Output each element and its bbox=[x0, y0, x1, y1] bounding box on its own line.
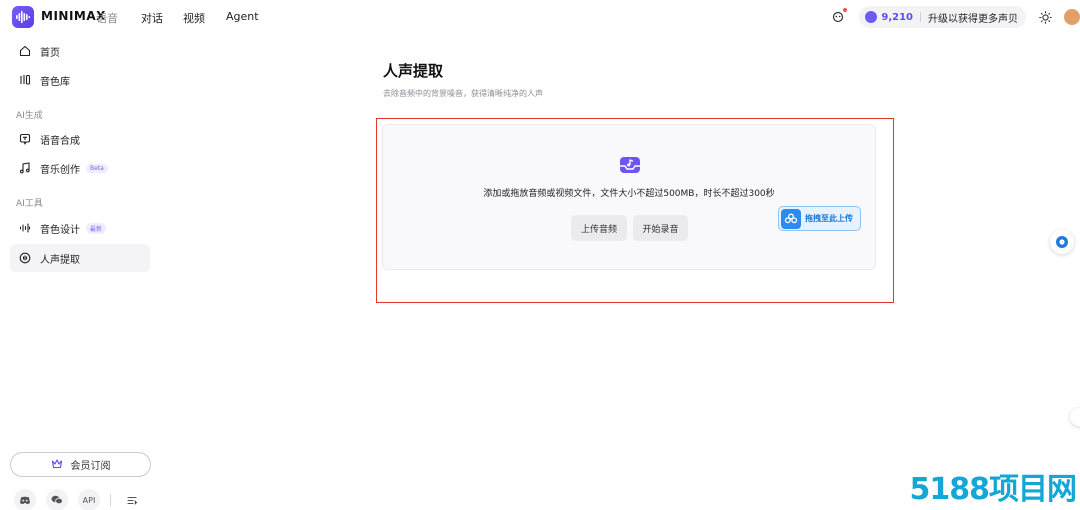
notification-icon[interactable] bbox=[829, 8, 848, 26]
avatar[interactable] bbox=[1064, 9, 1080, 25]
upload-music-icon bbox=[619, 154, 641, 176]
nav-video[interactable]: 视频 bbox=[183, 10, 205, 26]
home-icon bbox=[18, 44, 32, 58]
theme-toggle-icon[interactable] bbox=[1036, 8, 1054, 26]
sidebar-footer: API bbox=[14, 489, 153, 510]
crown-icon bbox=[51, 458, 63, 472]
discord-icon[interactable] bbox=[14, 489, 36, 510]
top-bar: MINIMAX 语音 对话 视频 Agent 9,210 升级以获得更多声贝 bbox=[0, 0, 1080, 34]
upload-audio-button[interactable]: 上传音频 bbox=[571, 215, 627, 241]
unread-dot bbox=[843, 8, 848, 12]
drag-upload-badge[interactable]: 拖拽至此上传 bbox=[778, 206, 861, 231]
upgrade-link[interactable]: 升级以获得更多声贝 bbox=[928, 10, 1018, 25]
nav-agent[interactable]: Agent bbox=[226, 10, 259, 23]
sidebar-item-music-creation[interactable]: 音乐创作 Beta bbox=[10, 154, 150, 182]
watermark-text: 5188项目网 bbox=[909, 472, 1077, 507]
membership-label: 会员订阅 bbox=[70, 461, 111, 472]
floating-side-tab[interactable] bbox=[1070, 408, 1080, 426]
cloud-icon bbox=[781, 208, 801, 229]
sidebar-item-home[interactable]: 首页 bbox=[10, 37, 150, 65]
credit-coin-icon bbox=[865, 11, 878, 23]
page-title: 人声提取 bbox=[383, 62, 444, 80]
drag-upload-label: 拖拽至此上传 bbox=[805, 214, 853, 223]
sidebar-item-vocal-extract[interactable]: 人声提取 bbox=[10, 244, 150, 272]
sidebar-item-voice-library[interactable]: 音色库 bbox=[10, 66, 150, 94]
product-name: 语音 bbox=[96, 12, 118, 25]
vocal-extract-icon bbox=[18, 251, 32, 265]
waveform-icon bbox=[18, 221, 32, 235]
divider bbox=[920, 12, 921, 22]
sidebar-item-label: 音色库 bbox=[40, 76, 70, 88]
membership-button[interactable]: 会员订阅 bbox=[10, 452, 151, 477]
section-ai-generate: AI生成 bbox=[16, 111, 43, 121]
sidebar-item-label: 人声提取 bbox=[40, 254, 80, 266]
new-badge: 最新 bbox=[86, 222, 107, 234]
section-ai-tools: AI工具 bbox=[16, 199, 43, 209]
sidebar-item-label: 语音合成 bbox=[40, 135, 80, 147]
start-recording-button[interactable]: 开始录音 bbox=[633, 215, 688, 241]
minimax-logo-icon[interactable] bbox=[12, 6, 34, 28]
beta-badge: Beta bbox=[86, 163, 108, 173]
sidebar-item-label: 音色设计 bbox=[40, 224, 80, 236]
upload-hint: 添加或拖放音频或视频文件，文件大小不超过500MB，时长不超过300秒 bbox=[483, 189, 775, 199]
voice-library-icon bbox=[18, 73, 32, 87]
sidebar: 首页 音色库 AI生成 语音合成 音乐创作 Beta AI工具 音色设计 最新 … bbox=[0, 34, 160, 510]
sidebar-item-label: 音乐创作 bbox=[40, 164, 80, 176]
sidebar-item-label: 首页 bbox=[40, 47, 60, 59]
nav-chat[interactable]: 对话 bbox=[141, 10, 163, 26]
api-link[interactable]: API bbox=[78, 489, 100, 510]
sidebar-item-voice-design[interactable]: 音色设计 最新 bbox=[10, 214, 150, 242]
speech-synthesis-icon bbox=[18, 132, 32, 146]
wechat-icon[interactable] bbox=[46, 489, 68, 510]
music-note-icon bbox=[18, 161, 32, 175]
floating-assistant-button[interactable] bbox=[1050, 230, 1074, 254]
menu-icon[interactable] bbox=[121, 489, 143, 510]
header-actions: 9,210 升级以获得更多声贝 bbox=[829, 4, 1080, 30]
page-subtitle: 去除音频中的背景噪音，获得清晰纯净的人声 bbox=[383, 89, 543, 98]
divider bbox=[110, 494, 111, 506]
credits-pill[interactable]: 9,210 升级以获得更多声贝 bbox=[859, 6, 1026, 28]
sidebar-item-speech-synthesis[interactable]: 语音合成 bbox=[10, 125, 150, 153]
credit-balance: 9,210 bbox=[881, 11, 913, 23]
